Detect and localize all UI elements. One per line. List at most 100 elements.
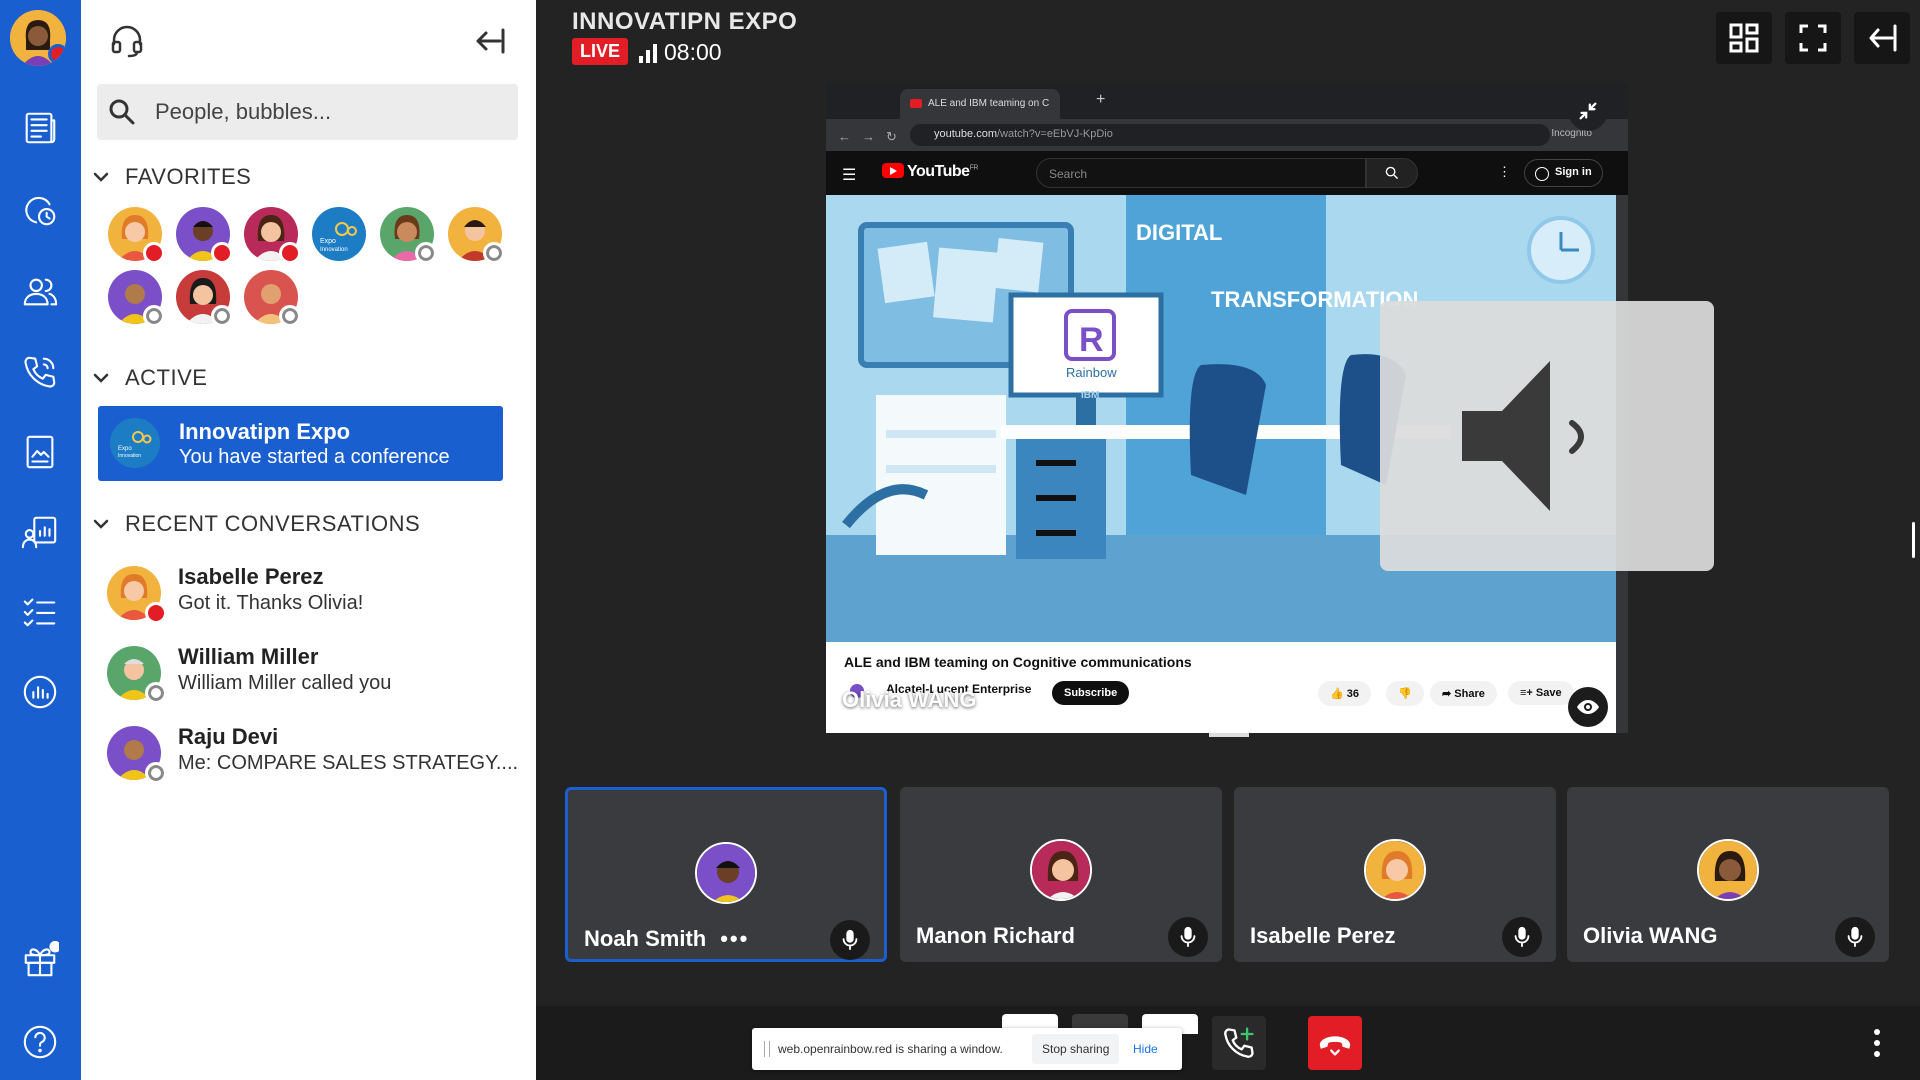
active-section-toggle[interactable]: ACTIVE: [91, 365, 207, 391]
phone-add-icon: [1224, 1027, 1254, 1058]
favorite-contact[interactable]: [448, 207, 505, 264]
dislike-button[interactable]: 👎: [1386, 681, 1424, 706]
status-busy-dot: [143, 242, 165, 264]
conference-title: INNOVATIPN EXPO: [572, 8, 798, 35]
collapse-panel-icon[interactable]: [472, 24, 506, 58]
favorite-bubble[interactable]: Expo Innovation: [312, 207, 366, 261]
user-avatar[interactable]: [10, 10, 66, 66]
conversation-item[interactable]: Raju Devi Me: COMPARE SALES STRATEGY....: [81, 720, 536, 790]
panel-header: [81, 0, 536, 80]
favorite-contact[interactable]: [108, 207, 165, 264]
participant-tile[interactable]: Olivia WANG: [1567, 787, 1889, 962]
dashboard-icon[interactable]: [20, 512, 60, 552]
tasks-icon[interactable]: [20, 592, 60, 632]
drag-handle-icon[interactable]: [764, 1041, 770, 1057]
conversation-item[interactable]: William Miller William Miller called you: [81, 640, 536, 710]
address-bar[interactable]: youtube.com/watch?v=eEbVJ-KpDio: [910, 124, 1550, 146]
files-icon[interactable]: [20, 432, 60, 472]
scroll-marker[interactable]: [1912, 522, 1915, 558]
conversation-name: Isabelle Perez: [178, 564, 324, 589]
microphone-button[interactable]: [1835, 917, 1875, 957]
volume-overlay: [1380, 301, 1714, 571]
share-button[interactable]: ➦ Share: [1430, 681, 1497, 706]
forward-icon[interactable]: →: [862, 129, 875, 144]
browser-tab[interactable]: ALE and IBM teaming on C: [900, 89, 1060, 119]
favorites-title: FAVORITES: [125, 164, 252, 189]
favorite-contact[interactable]: [176, 270, 233, 327]
tab-title: ALE and IBM teaming on C: [928, 98, 1050, 109]
screen-share-notice: web.openrainbow.red is sharing a window.…: [752, 1028, 1182, 1070]
favorite-contact[interactable]: [244, 270, 301, 327]
chevron-down-icon: [93, 172, 109, 182]
status-busy-dot: [279, 242, 301, 264]
participant-tile[interactable]: Isabelle Perez: [1234, 787, 1556, 962]
conversation-item[interactable]: Isabelle Perez Got it. Thanks Olivia!: [81, 560, 536, 630]
shrink-icon: [1579, 102, 1597, 120]
status-busy-dot: [145, 602, 167, 624]
youtube-play-icon: [882, 163, 904, 178]
more-vert-icon: [1874, 1029, 1880, 1057]
status-offline-dot: [145, 762, 167, 784]
browser-tab-strip: ALE and IBM teaming on C +: [826, 83, 1628, 119]
participant-tile[interactable]: Manon Richard: [900, 787, 1222, 962]
hang-up-button[interactable]: [1308, 1016, 1362, 1070]
participant-tile[interactable]: Noah Smith •••: [565, 787, 887, 962]
headset-icon[interactable]: [109, 22, 145, 58]
exit-fullscreen-button[interactable]: [1568, 91, 1608, 131]
back-icon[interactable]: ←: [838, 129, 851, 144]
help-icon[interactable]: [20, 1022, 60, 1062]
microphone-icon: [1514, 926, 1530, 948]
youtube-search-button[interactable]: [1366, 158, 1418, 188]
recent-title: RECENT CONVERSATIONS: [125, 511, 421, 536]
gift-icon[interactable]: [20, 940, 60, 980]
microphone-button[interactable]: [1168, 917, 1208, 957]
more-vert-icon[interactable]: ⋮: [1498, 164, 1511, 180]
collapse-conference-button[interactable]: [1854, 12, 1910, 64]
save-button[interactable]: ≡+ Save: [1508, 681, 1574, 705]
conversation-last-message: William Miller called you: [178, 672, 392, 694]
presence-icon[interactable]: [20, 190, 60, 230]
avatar: [1030, 839, 1092, 901]
expo-logo: Expo Innovation: [312, 207, 366, 261]
chevron-down-icon: [93, 519, 109, 529]
layout-grid-button[interactable]: [1716, 12, 1772, 64]
more-options-button[interactable]: [1850, 1016, 1904, 1070]
news-icon[interactable]: [20, 108, 60, 148]
hide-notice-button[interactable]: Hide: [1133, 1042, 1158, 1056]
search-icon: [1385, 166, 1399, 180]
youtube-sign-in-button[interactable]: Sign in: [1524, 159, 1603, 187]
favorite-contact[interactable]: [244, 207, 301, 264]
reload-icon[interactable]: ↻: [886, 129, 897, 145]
new-tab-icon[interactable]: +: [1096, 91, 1105, 109]
search-input[interactable]: [155, 84, 505, 140]
favorite-contact[interactable]: [108, 270, 165, 327]
expo-logo: Expo Innovation: [110, 418, 160, 468]
add-participant-call-button[interactable]: [1212, 1016, 1266, 1070]
screen-resize-handle[interactable]: [1209, 733, 1249, 737]
like-button[interactable]: 👍 36: [1318, 681, 1372, 706]
menu-icon[interactable]: ☰: [842, 165, 856, 185]
analytics-icon[interactable]: [20, 672, 60, 712]
calls-icon[interactable]: [20, 352, 60, 392]
view-toggle-button[interactable]: [1568, 687, 1608, 727]
youtube-search-input[interactable]: Search: [1036, 158, 1366, 188]
more-options-icon[interactable]: •••: [720, 926, 749, 951]
active-conference-item[interactable]: Expo Innovation Innovatipn Expo You have …: [98, 406, 503, 481]
contacts-icon[interactable]: [20, 272, 60, 312]
sidebar-panel: FAVORITES ExpoInnovation ACTIVE: [81, 0, 536, 1080]
microphone-button[interactable]: [1502, 917, 1542, 957]
favorites-section-toggle[interactable]: FAVORITES: [91, 164, 251, 190]
fullscreen-button[interactable]: [1785, 12, 1841, 64]
favorite-contact[interactable]: [380, 207, 437, 264]
recent-section-toggle[interactable]: RECENT CONVERSATIONS: [91, 511, 420, 537]
search-box[interactable]: [97, 84, 518, 140]
participant-name: Isabelle Perez: [1250, 923, 1396, 948]
subscribe-button[interactable]: Subscribe: [1052, 681, 1130, 705]
youtube-region: FR: [969, 164, 979, 172]
microphone-button[interactable]: [830, 920, 870, 960]
stop-sharing-button[interactable]: Stop sharing: [1032, 1034, 1120, 1064]
browser-toolbar: ← → ↻ youtube.com/watch?v=eEbVJ-KpDio In…: [826, 119, 1628, 151]
left-rail: [0, 0, 81, 1080]
youtube-logo[interactable]: YouTubeFR: [882, 163, 978, 181]
favorite-contact[interactable]: [176, 207, 233, 264]
